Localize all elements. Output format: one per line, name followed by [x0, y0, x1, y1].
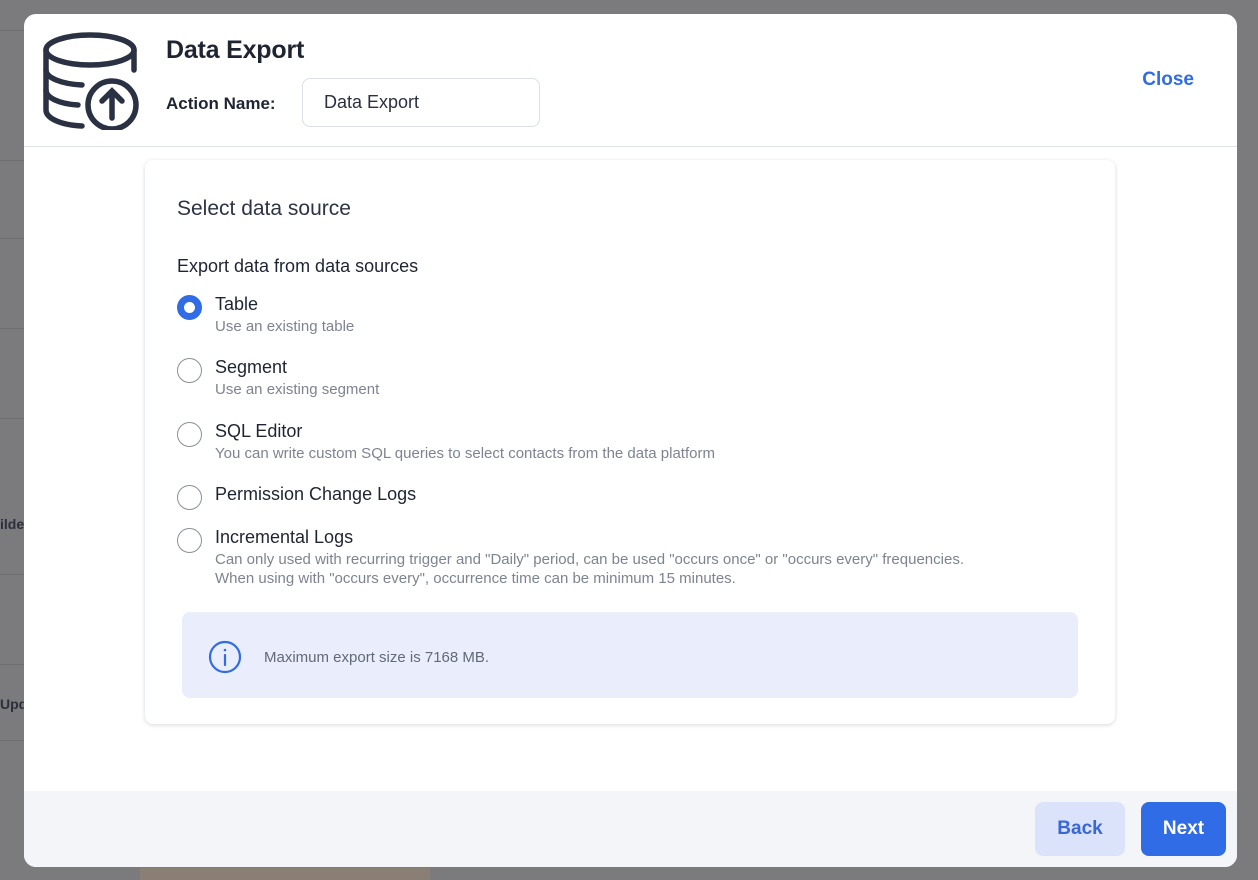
background-strip [140, 868, 430, 880]
option-label: SQL Editor [215, 421, 303, 441]
option-description: Use an existing segment [215, 381, 380, 398]
option-label: Segment [215, 357, 288, 377]
info-icon [208, 640, 242, 674]
modal-header: Data Export Action Name: Close [24, 14, 1237, 147]
data-export-modal: Data Export Action Name: Close Select da… [24, 14, 1237, 867]
action-name-label: Action Name: [166, 94, 276, 113]
option-label: Incremental Logs [215, 527, 354, 547]
background-divider [0, 160, 24, 161]
data-source-card: Select data source Export data from data… [145, 160, 1115, 724]
database-upload-icon [43, 32, 139, 130]
radio-segment[interactable] [177, 358, 202, 383]
modal-footer: Back Next [24, 791, 1237, 867]
back-button[interactable]: Back [1035, 802, 1125, 856]
option-description: You can write custom SQL queries to sele… [215, 445, 715, 462]
option-description-line: Can only used with recurring trigger and… [215, 551, 964, 568]
background-divider [0, 30, 24, 31]
radio-table[interactable] [177, 295, 202, 320]
option-label: Table [215, 294, 259, 314]
info-notice: Maximum export size is 7168 MB. [182, 612, 1078, 698]
radio-incremental-logs[interactable] [177, 528, 202, 553]
background-divider [0, 664, 24, 665]
background-divider [0, 574, 24, 575]
radio-permission-change-logs[interactable] [177, 485, 202, 510]
background-divider [0, 418, 24, 419]
option-label: Permission Change Logs [215, 484, 417, 504]
radio-group-label: Export data from data sources [177, 256, 419, 276]
background-divider [0, 740, 24, 741]
background-divider [0, 328, 24, 329]
option-description: Use an existing table [215, 318, 355, 335]
background-divider [0, 238, 24, 239]
option-description-line: When using with "occurs every", occurren… [215, 570, 736, 587]
card-title: Select data source [177, 197, 351, 220]
action-name-input[interactable] [302, 78, 540, 127]
radio-sql-editor[interactable] [177, 422, 202, 447]
option-description: Can only used with recurring trigger and… [215, 550, 964, 588]
modal-title: Data Export [166, 36, 305, 64]
info-text: Maximum export size is 7168 MB. [264, 649, 490, 666]
close-button[interactable]: Close [1142, 69, 1194, 91]
background-fragment-text: ilde [0, 516, 25, 532]
next-button[interactable]: Next [1141, 802, 1226, 856]
